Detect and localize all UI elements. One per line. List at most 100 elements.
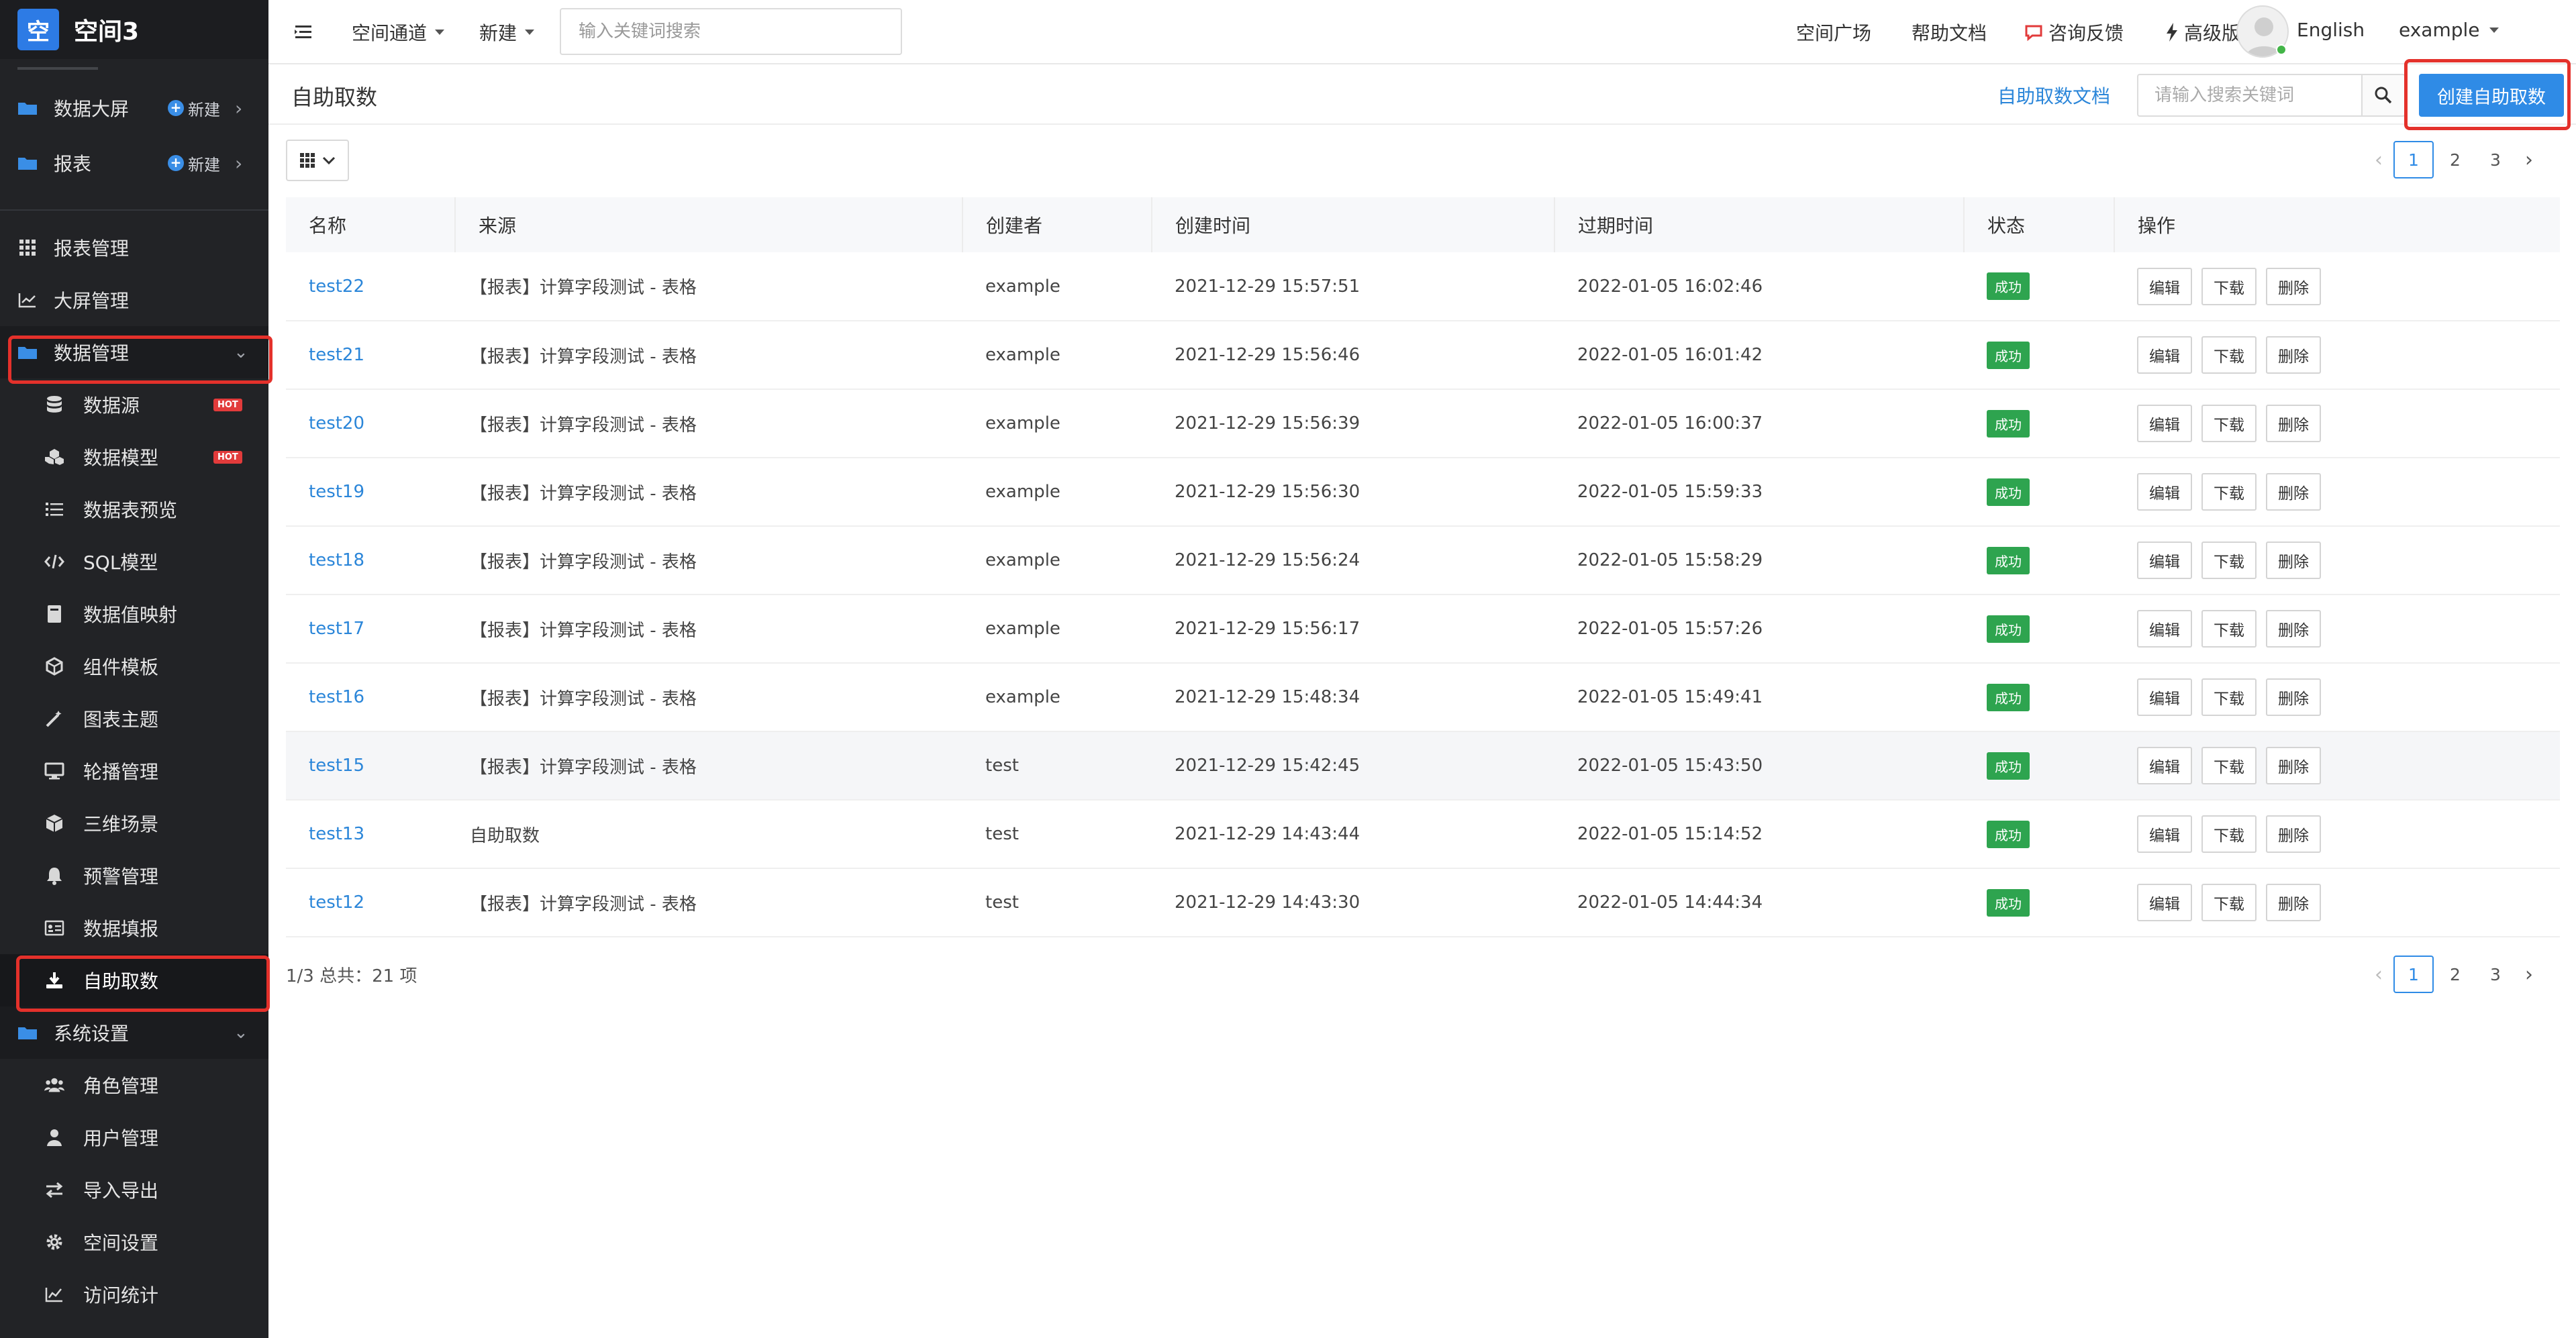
space-plaza-link[interactable]: 空间广场 <box>1796 19 1871 46</box>
edit-button[interactable]: 编辑 <box>2137 884 2192 921</box>
edit-button[interactable]: 编辑 <box>2137 678 2192 716</box>
sidebar-item-report[interactable]: 报表 + 新建 › <box>0 136 268 191</box>
sidebar-item-18[interactable]: 导入导出 <box>0 1164 268 1216</box>
cell-name[interactable]: test15 <box>286 731 455 800</box>
edit-button[interactable]: 编辑 <box>2137 473 2192 511</box>
delete-button[interactable]: 删除 <box>2266 884 2321 921</box>
download-button[interactable]: 下载 <box>2201 405 2257 442</box>
download-button[interactable]: 下载 <box>2201 473 2257 511</box>
edit-button[interactable]: 编辑 <box>2137 610 2192 648</box>
sidebar-item-15[interactable]: 系统设置 ⌄ <box>0 1007 268 1059</box>
delete-button[interactable]: 删除 <box>2266 267 2321 305</box>
language-switch[interactable]: English <box>2297 19 2365 41</box>
sidebar-item-16[interactable]: 角色管理 <box>0 1059 268 1111</box>
delete-button[interactable]: 删除 <box>2266 405 2321 442</box>
page-2-button[interactable]: 2 <box>2435 956 2475 993</box>
edit-button[interactable]: 编辑 <box>2137 542 2192 579</box>
sidebar-item-5[interactable]: 数据表预览 <box>0 483 268 535</box>
page-1-button[interactable]: 1 <box>2393 956 2434 993</box>
feedback-link[interactable]: 咨询反馈 <box>2024 19 2124 46</box>
download-button[interactable]: 下载 <box>2201 678 2257 716</box>
space-channel-menu[interactable]: 空间通道 <box>352 19 445 46</box>
sidebar-item-label: 三维场景 <box>83 813 159 835</box>
create-self-service-button[interactable]: 创建自助取数 <box>2419 74 2564 117</box>
cell-name[interactable]: test13 <box>286 800 455 868</box>
keyword-search-input[interactable] <box>2137 74 2361 117</box>
sidebar-item-8[interactable]: 组件模板 <box>0 640 268 692</box>
cell-name[interactable]: test22 <box>286 252 455 321</box>
download-button[interactable]: 下载 <box>2201 747 2257 784</box>
sidebar-item-1[interactable]: 大屏管理 <box>0 274 268 326</box>
edit-button[interactable]: 编辑 <box>2137 747 2192 784</box>
download-button[interactable]: 下载 <box>2201 610 2257 648</box>
sidebar-item-10[interactable]: 轮播管理 <box>0 745 268 797</box>
brand[interactable]: 空 空间3 <box>0 0 268 59</box>
cell-name[interactable]: test18 <box>286 526 455 595</box>
global-search-input[interactable] <box>560 8 902 55</box>
edit-button[interactable]: 编辑 <box>2137 405 2192 442</box>
view-toggle-button[interactable] <box>286 140 349 181</box>
header-created-time[interactable]: 创建时间 <box>1152 197 1555 252</box>
cell-name[interactable]: test16 <box>286 663 455 731</box>
edit-button[interactable]: 编辑 <box>2137 267 2192 305</box>
sidebar-item-0[interactable]: 报表管理 <box>0 221 268 274</box>
delete-button[interactable]: 删除 <box>2266 336 2321 374</box>
delete-button[interactable]: 删除 <box>2266 678 2321 716</box>
delete-button[interactable]: 删除 <box>2266 542 2321 579</box>
page-3-button[interactable]: 3 <box>2475 956 2516 993</box>
help-docs-link[interactable]: 帮助文档 <box>1912 19 1987 46</box>
prev-page-icon[interactable]: ‹ <box>2365 141 2392 178</box>
edit-button[interactable]: 编辑 <box>2137 815 2192 853</box>
sidebar-item-13[interactable]: 数据填报 <box>0 902 268 954</box>
create-menu[interactable]: 新建 <box>479 19 535 46</box>
folder-icon <box>18 103 37 115</box>
download-button[interactable]: 下载 <box>2201 336 2257 374</box>
menu-toggle-icon[interactable] <box>291 20 315 44</box>
sidebar-item-data-screen[interactable]: 数据大屏 + 新建 › <box>0 81 268 136</box>
delete-button[interactable]: 删除 <box>2266 815 2321 853</box>
sidebar-item-12[interactable]: 预警管理 <box>0 850 268 902</box>
user-menu[interactable]: example <box>2399 19 2499 41</box>
page-3-button[interactable]: 3 <box>2475 141 2516 178</box>
sidebar-item-4[interactable]: 数据模型 HOT <box>0 431 268 483</box>
self-service-docs-link[interactable]: 自助取数文档 <box>1997 82 2110 109</box>
sidebar-item-3[interactable]: 数据源 HOT <box>0 378 268 431</box>
cell-name[interactable]: test20 <box>286 389 455 458</box>
search-button[interactable] <box>2361 74 2406 117</box>
sidebar-item-19[interactable]: 空间设置 <box>0 1216 268 1268</box>
sidebar-item-20[interactable]: 访问统计 <box>0 1268 268 1321</box>
sidebar-item-2[interactable]: 数据管理 ⌄ <box>0 326 268 378</box>
sidebar-item-17[interactable]: 用户管理 <box>0 1111 268 1164</box>
page-2-button[interactable]: 2 <box>2435 141 2475 178</box>
new-data-screen-button[interactable]: + 新建 <box>168 97 220 120</box>
sidebar-item-7[interactable]: 数据值映射 <box>0 588 268 640</box>
cell-created: 2021-12-29 15:42:45 <box>1175 756 1360 776</box>
download-button[interactable]: 下载 <box>2201 542 2257 579</box>
delete-button[interactable]: 删除 <box>2266 473 2321 511</box>
cell-name[interactable]: test17 <box>286 595 455 663</box>
download-button[interactable]: 下载 <box>2201 884 2257 921</box>
cell-name[interactable]: test19 <box>286 458 455 526</box>
delete-button[interactable]: 删除 <box>2266 747 2321 784</box>
download-button[interactable]: 下载 <box>2201 815 2257 853</box>
new-report-button[interactable]: + 新建 <box>168 152 220 175</box>
sidebar-item-14[interactable]: 自助取数 <box>0 954 268 1007</box>
header-source[interactable]: 来源 <box>455 197 963 252</box>
sidebar-item-9[interactable]: 图表主题 <box>0 692 268 745</box>
delete-button[interactable]: 删除 <box>2266 610 2321 648</box>
sidebar-item-6[interactable]: SQL模型 <box>0 535 268 588</box>
download-button[interactable]: 下载 <box>2201 267 2257 305</box>
sidebar-item-11[interactable]: 三维场景 <box>0 797 268 850</box>
cell-actions: 编辑 下载 删除 <box>2114 389 2560 458</box>
next-page-icon[interactable]: › <box>2516 141 2542 178</box>
next-page-icon[interactable]: › <box>2516 956 2542 993</box>
prev-page-icon[interactable]: ‹ <box>2365 956 2392 993</box>
header-expire-time[interactable]: 过期时间 <box>1554 197 1965 252</box>
cell-name[interactable]: test21 <box>286 321 455 389</box>
header-creator[interactable]: 创建者 <box>962 197 1152 252</box>
edit-button[interactable]: 编辑 <box>2137 336 2192 374</box>
page-1-button[interactable]: 1 <box>2393 141 2434 178</box>
cell-name[interactable]: test12 <box>286 868 455 937</box>
header-status[interactable]: 状态 <box>1964 197 2115 252</box>
header-name[interactable]: 名称 <box>286 197 456 252</box>
